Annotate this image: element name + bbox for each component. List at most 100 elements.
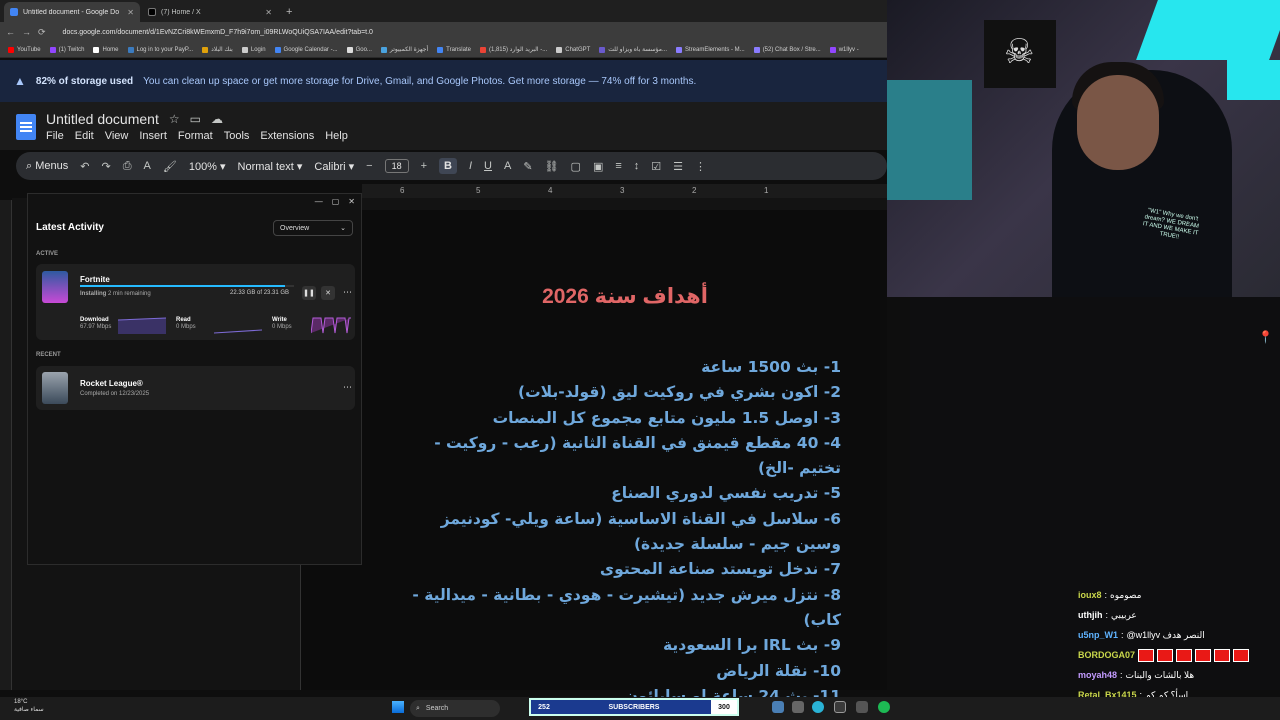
app-icon[interactable] — [834, 701, 846, 713]
goal-line[interactable]: 4- 40 مقطع قيمنق في القناة الثانية (رعب … — [395, 431, 841, 482]
back-icon[interactable]: ← — [6, 27, 15, 37]
close-icon[interactable]: ✕ — [348, 197, 355, 206]
bookmark-item[interactable]: أجهزة الكمبيوتر — [380, 46, 428, 53]
bookmark-item[interactable]: Goo... — [346, 46, 372, 53]
bookmark-item[interactable]: بنك البلاد — [202, 46, 233, 53]
numbered-list-icon[interactable]: ⋮ — [695, 160, 706, 173]
bookmark-item[interactable]: w1llyv - — [829, 46, 859, 53]
tab-google-docs[interactable]: Untitled document - Google Do ✕ — [4, 2, 140, 22]
print-icon[interactable]: ⎙ — [123, 160, 132, 173]
pause-button[interactable]: ❚❚ — [302, 286, 316, 300]
goal-line[interactable]: 9- بث IRL برا السعودية — [395, 633, 841, 658]
new-tab-icon[interactable]: + — [280, 6, 298, 22]
bookmark-item[interactable]: مؤسسة باه ويزاو للت... — [599, 46, 667, 53]
goal-line[interactable]: 8- نتزل ميرش جديد (تيشيرت - هودي - بطاني… — [395, 583, 841, 634]
chat-username[interactable]: uthjih — [1078, 605, 1103, 625]
bookmark-item[interactable]: (52) Chat Box / Stre... — [753, 46, 821, 53]
bold-button[interactable]: B — [439, 158, 457, 174]
doc-heading[interactable]: أهداف سنة 2026 — [460, 284, 790, 309]
minimize-icon[interactable]: — — [315, 197, 323, 206]
edge-icon[interactable] — [812, 701, 824, 713]
chat-username[interactable]: BORDOGA07 — [1078, 645, 1135, 665]
spellcheck-icon[interactable]: A — [144, 160, 151, 172]
font-size-input[interactable]: 18 — [384, 159, 409, 173]
weather-widget[interactable]: 18°C سماء صافية — [14, 698, 44, 714]
italic-button[interactable]: I — [469, 160, 472, 172]
doc-title[interactable]: Untitled document — [46, 111, 159, 127]
bookmark-item[interactable]: Log in to your PayP... — [127, 46, 193, 53]
comment-icon[interactable]: ▢ — [571, 160, 581, 173]
menu-item-format[interactable]: Format — [178, 130, 213, 142]
bookmark-item[interactable]: StreamElements - M... — [676, 46, 745, 53]
goal-line[interactable]: 3- اوصل 1.5 مليون متابع مجموع كل المنصات — [395, 406, 841, 431]
cancel-button[interactable]: ✕ — [321, 286, 335, 300]
chat-username[interactable]: ioux8 — [1078, 585, 1102, 605]
start-button[interactable] — [392, 701, 404, 713]
menu-item-help[interactable]: Help — [325, 130, 348, 142]
goals-list[interactable]: 1- بث 1500 ساعة 2- اكون بشري في روكيت ليق… — [395, 355, 841, 720]
style-select[interactable]: Normal text ▾ — [238, 160, 303, 173]
paint-format-icon[interactable]: 🖌 — [163, 160, 177, 173]
highlight-icon[interactable]: ✎ — [523, 160, 532, 173]
bookmark-item[interactable]: Google Calendar -... — [274, 46, 338, 53]
image-icon[interactable]: ▣ — [593, 160, 603, 173]
goal-line[interactable]: 6- سلاسل في القناة الاساسية (ساعة ويلي- … — [395, 507, 841, 558]
view-dropdown[interactable]: Overview ⌄ — [273, 220, 353, 236]
line-spacing-icon[interactable]: ↕ — [634, 160, 640, 172]
star-icon[interactable]: ☆ — [169, 112, 180, 126]
docs-logo-icon[interactable] — [16, 114, 36, 140]
goal-line[interactable]: 5- تدريب نفسي لدوري الصناع — [395, 481, 841, 506]
bookmark-item[interactable]: Home — [93, 46, 119, 53]
goal-line[interactable]: 1- بث 1500 ساعة — [395, 355, 841, 380]
menu-item-extensions[interactable]: Extensions — [260, 130, 314, 142]
text-color-icon[interactable]: A — [504, 160, 511, 172]
undo-icon[interactable]: ↶ — [80, 160, 89, 173]
storage-message[interactable]: You can clean up space or get more stora… — [143, 76, 696, 87]
bullets-icon[interactable]: ☰ — [673, 160, 683, 173]
taskbar-search[interactable]: ⌕ Search — [410, 700, 500, 717]
move-folder-icon[interactable]: ▭ — [190, 112, 201, 126]
app-icon[interactable] — [856, 701, 868, 713]
goal-line[interactable]: 7- ندخل تويستد صناعة المحتوى — [395, 557, 841, 582]
forward-icon[interactable]: → — [22, 27, 31, 37]
maximize-icon[interactable]: ▢ — [332, 197, 340, 206]
goal-line[interactable]: 10- نقلة الرياض — [395, 659, 841, 684]
menu-item-tools[interactable]: Tools — [224, 130, 250, 142]
more-options-icon[interactable]: ⋯ — [343, 382, 352, 393]
url-field[interactable]: docs.google.com/document/d/1EvNZCri8kWEm… — [63, 29, 373, 36]
font-select[interactable]: Calibri ▾ — [314, 160, 354, 173]
menu-item-edit[interactable]: Edit — [75, 130, 94, 142]
app-icon[interactable] — [792, 701, 804, 713]
close-tab-icon[interactable]: ✕ — [265, 8, 272, 17]
bookmark-item[interactable]: (1,815) البريد الوارد -... — [479, 46, 547, 53]
bookmark-item[interactable]: (1) Twitch — [49, 46, 84, 53]
menu-item-file[interactable]: File — [46, 130, 64, 142]
recent-card[interactable]: Rocket League® Completed on 12/23/2025 ⋯ — [36, 366, 355, 410]
download-card[interactable]: Fortnite Installing 2 min remaining 22.3… — [36, 264, 355, 340]
zoom-select[interactable]: 100% ▾ — [189, 160, 226, 173]
reload-icon[interactable]: ⟳ — [38, 27, 46, 38]
spotify-icon[interactable] — [878, 701, 890, 713]
menu-item-insert[interactable]: Insert — [139, 130, 167, 142]
menu-item-view[interactable]: View — [105, 130, 129, 142]
chat-username[interactable]: u5np_W1 — [1078, 625, 1118, 645]
increase-font-icon[interactable]: + — [421, 160, 427, 172]
chat-username[interactable]: moyah48 — [1078, 665, 1117, 685]
redo-icon[interactable]: ↷ — [101, 160, 110, 173]
decrease-font-icon[interactable]: − — [366, 160, 372, 172]
bookmark-item[interactable]: ChatGPT — [556, 46, 590, 53]
close-tab-icon[interactable]: ✕ — [127, 8, 134, 17]
checklist-icon[interactable]: ☑ — [651, 160, 661, 173]
link-icon[interactable]: ⛓ — [545, 160, 559, 173]
bookmark-item[interactable]: Login — [241, 46, 266, 53]
more-options-icon[interactable]: ⋯ — [343, 287, 352, 298]
goal-line[interactable]: 2- اكون بشري في روكيت ليق (قولد-بلات) — [395, 380, 841, 405]
underline-button[interactable]: U — [484, 160, 492, 172]
tab-x-home[interactable]: (7) Home / X ✕ — [142, 2, 278, 22]
location-pin-icon[interactable]: 📍 — [1258, 330, 1273, 344]
bookmark-item[interactable]: YouTube — [8, 46, 41, 53]
app-icon[interactable] — [772, 701, 784, 713]
bookmark-item[interactable]: Translate — [437, 46, 471, 53]
align-icon[interactable]: ≡ — [615, 160, 621, 172]
search-menus[interactable]: ⌕ Menus — [26, 160, 68, 173]
